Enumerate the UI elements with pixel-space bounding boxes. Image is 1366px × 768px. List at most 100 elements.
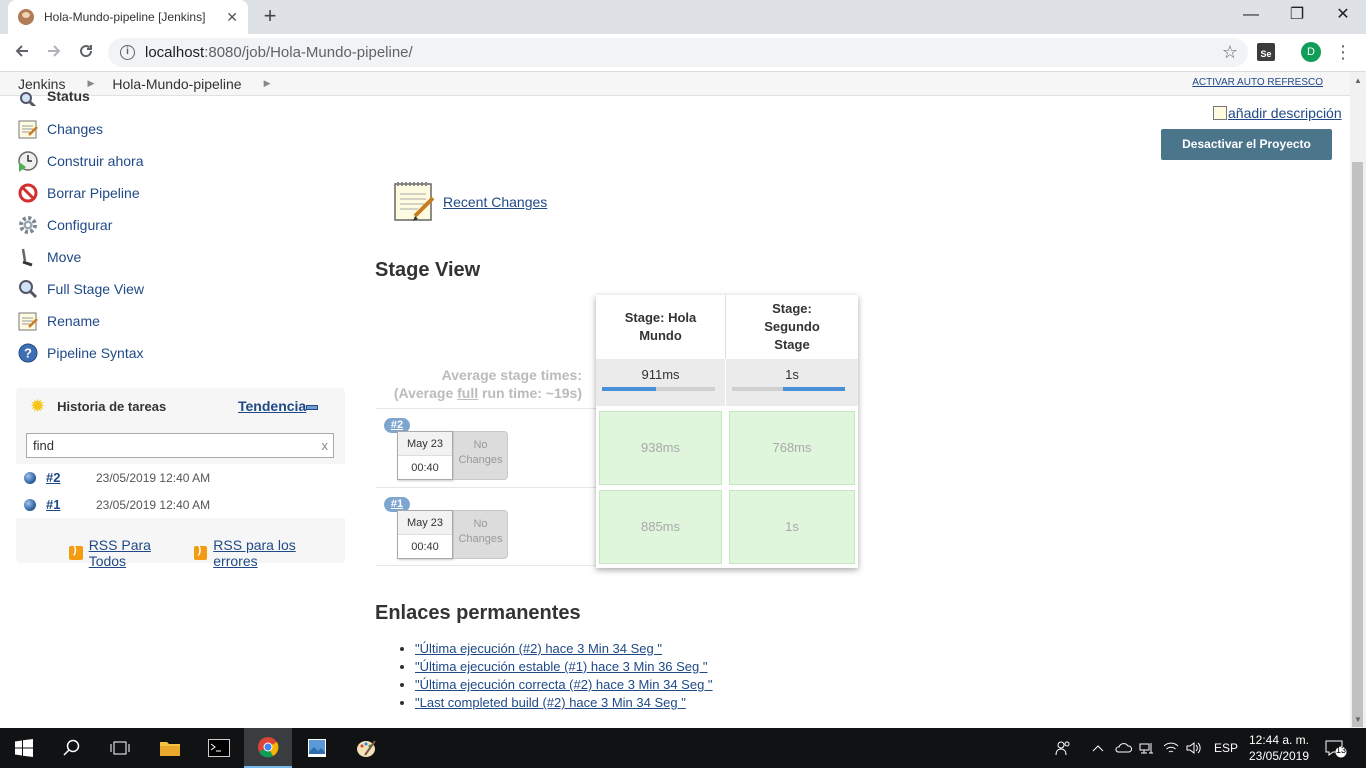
scroll-up-icon[interactable]: ▲ (1350, 76, 1366, 85)
network-icon[interactable] (1139, 728, 1155, 768)
permalink-last-completed[interactable]: "Last completed build (#2) hace 3 Min 34… (415, 694, 686, 712)
stage-view-table: Stage: Hola Mundo Stage: Segundo Stage 9… (596, 295, 858, 568)
people-icon[interactable] (1055, 728, 1071, 768)
stage-cell-success[interactable]: 768ms (729, 411, 855, 485)
stage-average: 1s (726, 359, 858, 406)
browser-tab[interactable]: Hola-Mundo-pipeline [Jenkins] ✕ (8, 0, 248, 34)
scroll-down-icon[interactable]: ▼ (1350, 715, 1366, 724)
avg-full-prefix: (Average (393, 385, 458, 401)
collapse-icon[interactable] (306, 405, 318, 410)
notepad-icon (16, 309, 40, 333)
image-viewer-icon[interactable] (293, 728, 341, 768)
site-info-icon[interactable]: i (120, 45, 135, 60)
back-arrow-icon[interactable] (9, 40, 35, 66)
sidebar-item-changes[interactable]: Changes (16, 113, 346, 145)
reload-icon[interactable] (73, 40, 99, 66)
sidebar-item-status[interactable]: Status (16, 88, 346, 106)
build-number-link[interactable]: #2 (46, 470, 96, 485)
address-bar[interactable]: i localhost:8080/job/Hola-Mundo-pipeline… (108, 38, 1248, 67)
permalinks-title: Enlaces permanentes (375, 602, 581, 624)
build-history-title: Historia de tareas (57, 398, 167, 414)
rss-links: RSS Para Todos RSS para los errores (69, 537, 345, 569)
sidebar-item-label: Configurar (47, 217, 113, 233)
file-explorer-icon[interactable] (146, 728, 194, 768)
wrench-icon (16, 245, 40, 269)
onedrive-sync-icon[interactable] (1114, 728, 1132, 768)
avg-full-word[interactable]: full (457, 385, 478, 401)
search-value: find (33, 438, 54, 453)
scrollbar-thumb[interactable] (1352, 162, 1363, 727)
magnifier-icon (16, 277, 40, 301)
command-prompt-icon[interactable] (195, 728, 243, 768)
run-changes[interactable]: No Changes (453, 510, 508, 559)
stage-cell-success[interactable]: 938ms (599, 411, 722, 485)
sidebar-item-label: Move (47, 249, 82, 265)
sidebar-item-build-now[interactable]: Construir ahora (16, 145, 346, 177)
permalink-last-successful[interactable]: "Última ejecución correcta (#2) hace 3 M… (415, 676, 713, 694)
browser-tab-strip: Hola-Mundo-pipeline [Jenkins] ✕ + — ❐ ✕ (0, 0, 1366, 34)
sun-weather-icon: ✹ (30, 395, 46, 416)
permalink-last-stable[interactable]: "Última ejecución estable (#1) hace 3 Mi… (415, 658, 708, 676)
trend-link[interactable]: Tendencia (238, 398, 306, 414)
run-changes[interactable]: No Changes (453, 431, 508, 480)
stage-cell-success[interactable]: 885ms (599, 490, 722, 564)
rss-failures-link[interactable]: RSS para los errores (213, 537, 341, 569)
avg-full-suffix: run time: ~19s) (478, 385, 582, 401)
run-time: 00:40 (411, 462, 439, 474)
list-item: "Última ejecución (#2) hace 3 Min 34 Seg… (400, 640, 713, 658)
clear-search-icon[interactable]: x (322, 434, 329, 457)
blue-ball-status-icon (24, 498, 36, 511)
restore-button[interactable]: ❐ (1274, 4, 1320, 26)
notifications-icon[interactable]: 13 (1324, 728, 1348, 768)
clock[interactable]: 12:44 a. m. 23/05/2019 (1248, 732, 1310, 764)
sidebar-item-pipeline-syntax[interactable]: ? Pipeline Syntax (16, 337, 346, 369)
bookmark-star-icon[interactable]: ☆ (1222, 42, 1238, 63)
forward-arrow-icon[interactable] (41, 40, 67, 66)
wifi-icon[interactable] (1163, 728, 1179, 768)
recent-changes-link[interactable]: Recent Changes (443, 194, 547, 210)
tab-title: Hola-Mundo-pipeline [Jenkins] (44, 10, 206, 24)
tab-close-icon[interactable]: ✕ (226, 9, 238, 26)
clock-play-icon (16, 149, 40, 173)
sidebar-item-delete-pipeline[interactable]: Borrar Pipeline (16, 177, 346, 209)
task-view-icon[interactable] (96, 728, 144, 768)
new-tab-button[interactable]: + (258, 4, 282, 28)
build-number-link[interactable]: #1 (46, 497, 96, 512)
help-icon: ? (16, 341, 40, 365)
language-indicator[interactable]: ESP (1214, 728, 1238, 768)
paint-icon[interactable] (342, 728, 390, 768)
permalink-last-build[interactable]: "Última ejecución (#2) hace 3 Min 34 Seg… (415, 640, 662, 658)
stage-cell-success[interactable]: 1s (729, 490, 855, 564)
selenium-extension-icon[interactable]: Se (1257, 43, 1275, 61)
sidebar-item-move[interactable]: Move (16, 241, 346, 273)
profile-avatar[interactable]: D (1301, 42, 1321, 62)
sidebar-item-configure[interactable]: Configurar (16, 209, 346, 241)
svg-text:?: ? (24, 346, 32, 361)
page-scrollbar[interactable]: ▲ ▼ (1350, 72, 1366, 728)
sidebar-item-rename[interactable]: Rename (16, 305, 346, 337)
menu-kebab-icon[interactable]: ⋮ (1334, 42, 1352, 62)
build-search-input[interactable]: find x (26, 433, 334, 458)
sidebar-item-full-stage-view[interactable]: Full Stage View (16, 273, 346, 305)
windows-taskbar: ESP 12:44 a. m. 23/05/2019 13 (0, 728, 1366, 768)
chevron-up-icon[interactable] (1092, 728, 1104, 768)
windows-start-icon[interactable] (0, 728, 48, 768)
run-row: #2 May 23 00:40 No Changes (376, 408, 596, 486)
sidebar-item-label: Rename (47, 313, 100, 329)
search-icon[interactable] (48, 728, 96, 768)
chrome-icon[interactable] (244, 728, 292, 768)
volume-icon[interactable] (1186, 728, 1202, 768)
disable-project-button[interactable]: Desactivar el Proyecto (1161, 129, 1332, 160)
minimize-button[interactable]: — (1228, 4, 1274, 26)
stage-average: 911ms (596, 359, 726, 406)
stage-header: Stage: Segundo Stage (726, 295, 858, 359)
stage-average-bar (732, 387, 845, 391)
average-stage-times: Average stage times: (Average full run t… (376, 366, 582, 402)
url-text[interactable]: localhost:8080/job/Hola-Mundo-pipeline/ (145, 44, 1222, 61)
run-time: 00:40 (411, 541, 439, 553)
rss-all-link[interactable]: RSS Para Todos (89, 537, 190, 569)
add-description-link[interactable]: añadir descripción (1213, 105, 1342, 121)
window-close-button[interactable]: ✕ (1320, 4, 1366, 26)
auto-refresh-link[interactable]: ACTIVAR AUTO REFRESCO (1192, 77, 1323, 88)
list-item: "Última ejecución estable (#1) hace 3 Mi… (400, 658, 713, 676)
